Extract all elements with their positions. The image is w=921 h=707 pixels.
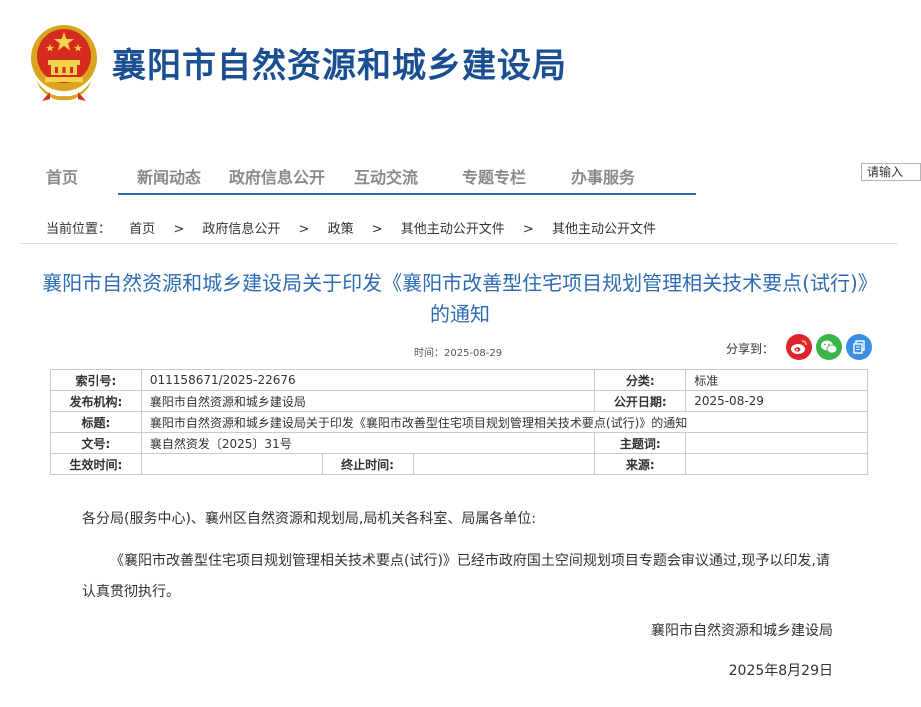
share-label: 分享到： [726, 342, 775, 356]
nav-item-gov-info[interactable]: 政府信息公开 [229, 164, 325, 188]
breadcrumb-separator: > [371, 222, 383, 237]
salutation: 各分局(服务中心)、襄州区自然资源和规划局,局机关各科室、局属各单位: [82, 511, 537, 527]
nav-underline [118, 193, 696, 195]
breadcrumb: 当前位置： 首页 > 政府信息公开 > 政策 > 其他主动公开文件 > 其他主动… [46, 218, 656, 237]
document-meta-table: 索引号: 011158671/2025-22676 分类: 标准 发布机构: 襄… [50, 369, 869, 475]
publisher-value: 襄阳市自然资源和城乡建设局 [140, 390, 596, 412]
breadcrumb-link-home[interactable]: 首页 [129, 218, 155, 237]
doc-no-value: 襄自然资发〔2025〕31号 [140, 432, 596, 454]
site-header: 襄阳市自然资源和城乡建设局 [0, 0, 921, 130]
title-value: 襄阳市自然资源和城乡建设局关于印发《襄阳市改善型住宅项目规划管理相关技术要点(试… [140, 411, 869, 433]
table-row: 发布机构: 襄阳市自然资源和城乡建设局 公开日期: 2025-08-29 [50, 390, 868, 412]
breadcrumb-separator: > [298, 222, 310, 237]
index-no-value: 011158671/2025-22676 [140, 369, 596, 391]
body-paragraph: 《襄阳市改善型住宅项目规划管理相关技术要点(试行)》已经市政府国土空间规划项目专… [82, 553, 830, 600]
source-value [685, 453, 868, 475]
breadcrumb-divider [20, 243, 898, 244]
breadcrumb-link-gov-info[interactable]: 政府信息公开 [202, 218, 280, 237]
category-value: 标准 [685, 369, 868, 391]
table-row: 文号: 襄自然资发〔2025〕31号 主题词: [50, 432, 868, 454]
weibo-icon[interactable] [786, 334, 812, 360]
category-label: 分类: [594, 369, 687, 391]
source-label: 来源: [594, 453, 687, 475]
effective-label: 生效时间: [50, 453, 142, 475]
subject-label: 主题词: [594, 432, 687, 454]
breadcrumb-link-policy[interactable]: 政策 [328, 218, 354, 237]
signature-org: 襄阳市自然资源和城乡建设局 [651, 623, 833, 639]
signature-date: 2025年8月29日 [728, 663, 833, 679]
table-row: 标题: 襄阳市自然资源和城乡建设局关于印发《襄阳市改善型住宅项目规划管理相关技术… [50, 411, 869, 433]
expire-label: 终止时间: [321, 453, 414, 475]
expire-value [412, 453, 596, 475]
index-no-label: 索引号: [50, 369, 142, 391]
breadcrumb-link-other-files[interactable]: 其他主动公开文件 [401, 218, 505, 237]
publisher-label: 发布机构: [50, 390, 142, 412]
breadcrumb-prefix: 当前位置： [46, 222, 112, 237]
article-date: 时间：2025-08-29 [414, 348, 503, 359]
pub-date-value: 2025-08-29 [685, 390, 868, 412]
national-emblem-icon [28, 22, 100, 102]
main-nav: 首页 新闻动态 政府信息公开 互动交流 专题专栏 办事服务 [36, 158, 696, 196]
nav-item-services[interactable]: 办事服务 [571, 164, 635, 188]
table-row: 生效时间: 终止时间: 来源: [50, 453, 868, 475]
breadcrumb-separator: > [522, 222, 534, 237]
pub-date-label: 公开日期: [594, 390, 687, 412]
copy-link-icon[interactable] [846, 334, 872, 360]
nav-item-interaction[interactable]: 互动交流 [354, 164, 418, 188]
breadcrumb-link-current[interactable]: 其他主动公开文件 [552, 218, 656, 237]
search-input[interactable]: 请输入 [861, 163, 921, 181]
nav-item-home[interactable]: 首页 [46, 164, 78, 188]
table-row: 索引号: 011158671/2025-22676 分类: 标准 [50, 369, 868, 391]
subject-value [685, 432, 868, 454]
wechat-icon[interactable] [816, 334, 842, 360]
breadcrumb-separator: > [173, 222, 185, 237]
effective-value [140, 453, 323, 475]
site-title: 襄阳市自然资源和城乡建设局 [112, 46, 567, 86]
title-label: 标题: [50, 411, 142, 433]
article-title: 襄阳市自然资源和城乡建设局关于印发《襄阳市改善型住宅项目规划管理相关技术要点(试… [42, 271, 878, 326]
nav-item-topics[interactable]: 专题专栏 [462, 164, 526, 188]
doc-no-label: 文号: [50, 432, 142, 454]
nav-item-news[interactable]: 新闻动态 [137, 164, 201, 188]
